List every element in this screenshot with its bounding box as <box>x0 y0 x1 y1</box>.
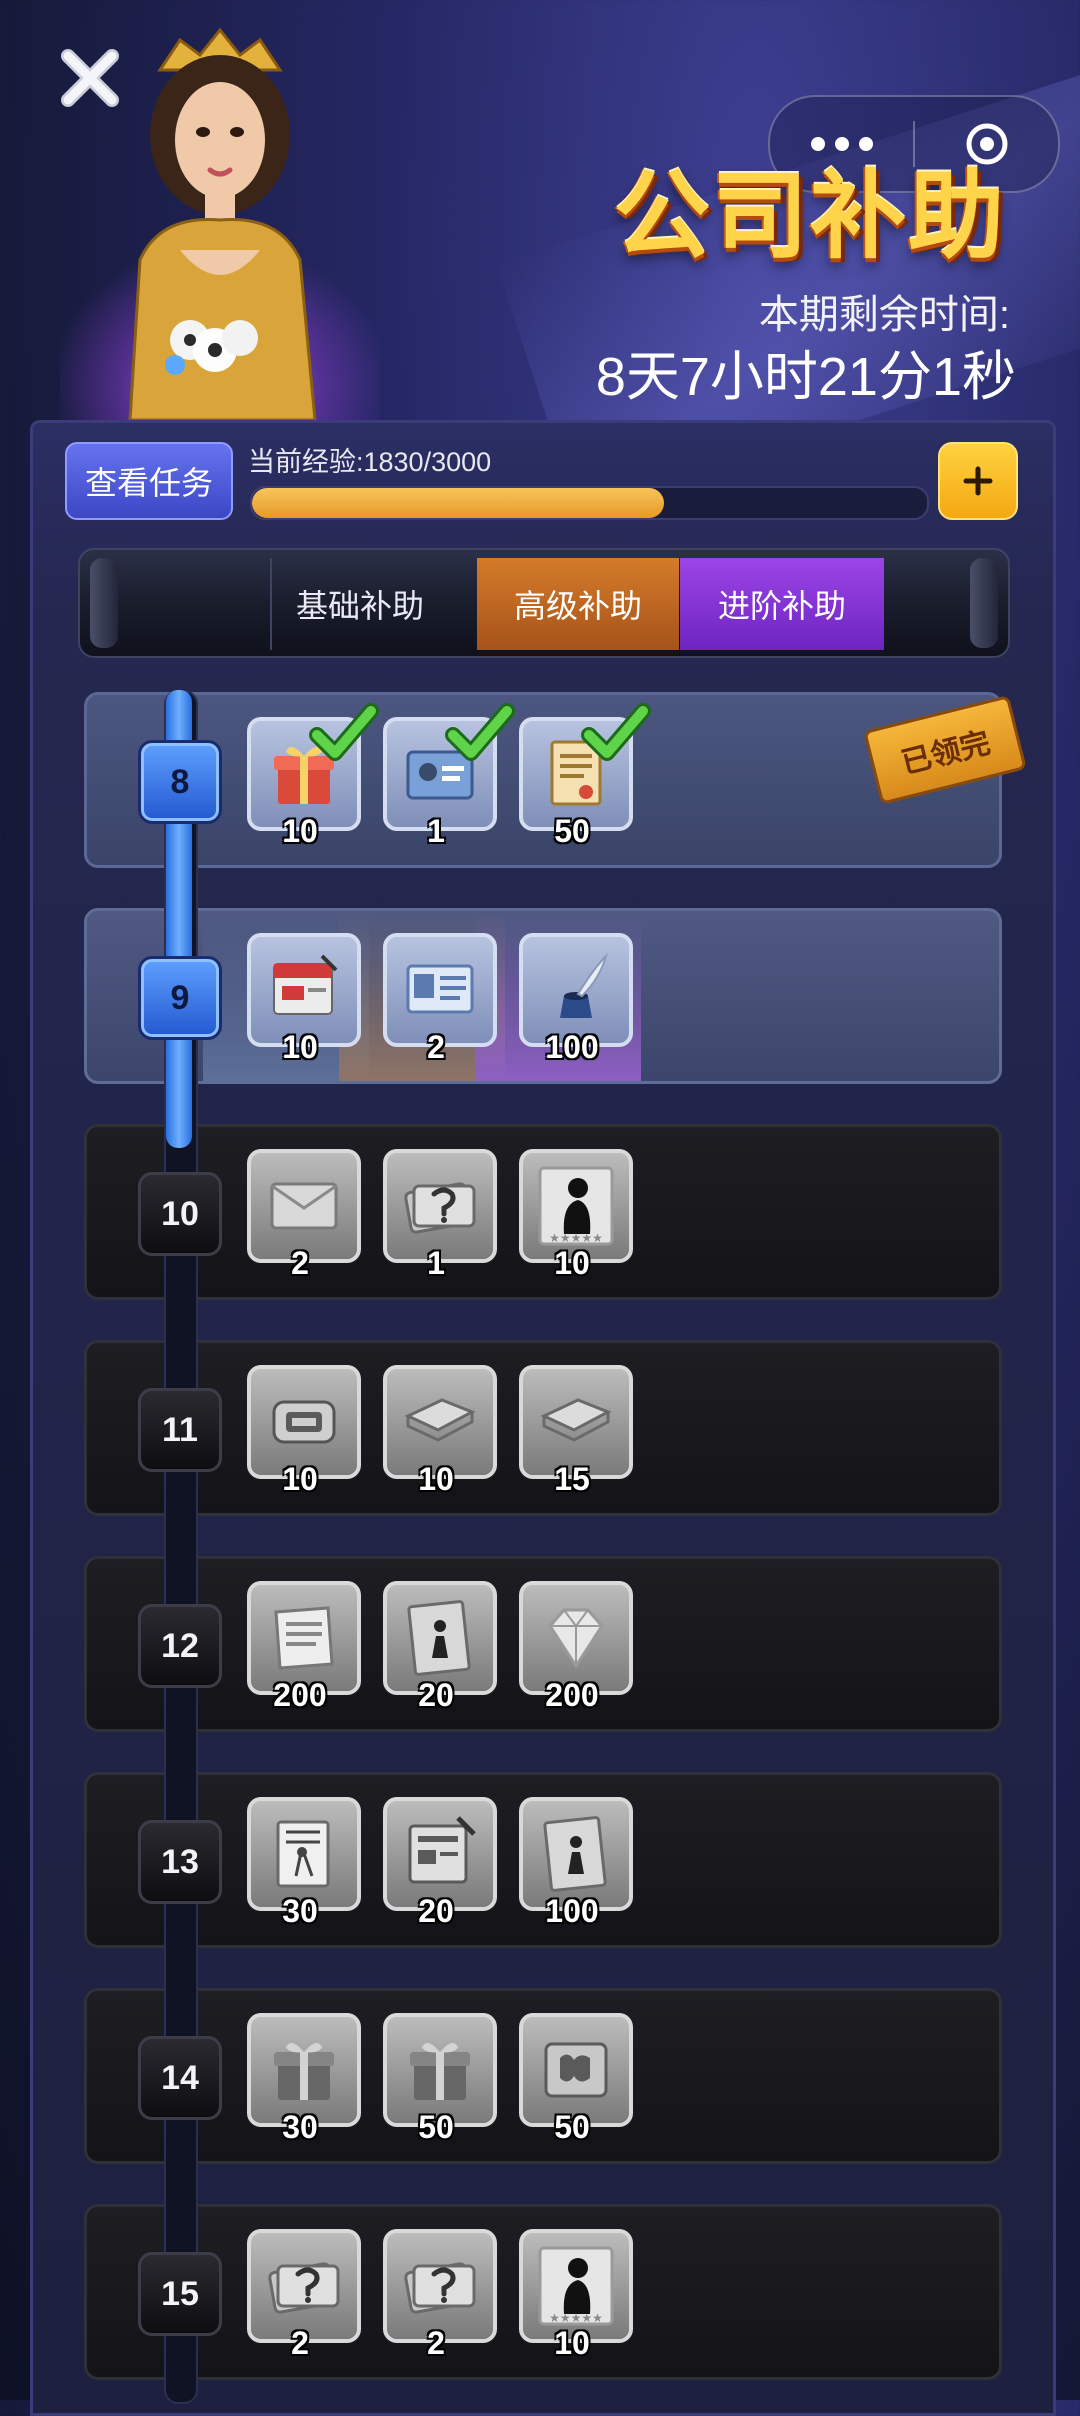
photo-frame-icon <box>543 1816 607 1892</box>
reward-quantity: 10 <box>554 2325 590 2361</box>
level-badge: 10 <box>138 1172 222 1256</box>
gift-box-icon <box>410 2042 470 2100</box>
book-icon <box>404 1398 476 1442</box>
diamond-icon <box>548 1608 604 1669</box>
ink-quill-icon <box>560 952 608 1018</box>
level-badge: 12 <box>138 1604 222 1688</box>
mystery-card-icon <box>268 2262 340 2314</box>
tab-pro-subsidy[interactable]: 进阶补助 <box>680 558 884 650</box>
checkmark-icon <box>445 703 515 761</box>
level-badge: 15 <box>138 2252 222 2336</box>
svg-text:★★★★★: ★★★★★ <box>549 1231 603 1245</box>
experience-label: 当前经验:1830/3000 <box>248 447 492 477</box>
level-badge: 11 <box>138 1388 222 1472</box>
view-tasks-button[interactable]: 查看任务 <box>65 442 233 520</box>
experience-bar <box>250 486 929 520</box>
level-badge: 13 <box>138 1820 222 1904</box>
secretary-portrait <box>128 27 317 420</box>
resume-card-icon <box>406 964 474 1014</box>
reward-quantity: 100 <box>545 1029 599 1065</box>
puzzle-box-icon <box>544 2042 608 2098</box>
level-badge: 9 <box>138 956 222 1040</box>
experience-bar-fill <box>252 488 664 518</box>
reward-quantity: 200 <box>545 1677 599 1713</box>
plus-icon <box>963 466 993 496</box>
red-document-icon <box>273 954 338 1015</box>
checkmark-icon <box>581 703 651 761</box>
tab-basic-subsidy[interactable]: 基础补助 <box>270 558 450 650</box>
checkmark-icon <box>309 703 379 761</box>
reward-quantity: 15 <box>554 1461 590 1497</box>
photo-frame-icon <box>407 1600 471 1676</box>
tier-tab-bar: 基础补助 高级补助 进阶补助 <box>78 548 1010 658</box>
timer-value: 8天7小时21分1秒 <box>595 347 1016 407</box>
svg-text:★★★★★: ★★★★★ <box>549 2311 603 2325</box>
clipboard-pen-icon <box>408 1816 476 1884</box>
page-title: 公司补助 <box>614 160 1006 272</box>
tab-bar-right-cap <box>970 558 998 648</box>
gift-box-icon <box>274 2042 334 2100</box>
tab-advanced-subsidy[interactable]: 高级补助 <box>477 558 679 650</box>
envelope-card-icon <box>270 1182 338 1230</box>
level-badge: 8 <box>138 740 222 824</box>
badge-tag-icon <box>272 1400 336 1444</box>
tab-bar-left-cap <box>90 558 118 648</box>
add-experience-button[interactable] <box>938 442 1018 520</box>
reward-quantity: 10 <box>554 1245 590 1281</box>
mystery-card-icon <box>404 2262 476 2314</box>
paper-sheet-icon <box>274 1606 334 1670</box>
reward-quantity: 100 <box>545 1893 599 1929</box>
reward-quantity: 50 <box>554 2109 590 2145</box>
character-silhouette-icon: ★★★★★ <box>538 1166 614 1246</box>
reward-quantity: 50 <box>554 813 590 849</box>
level-badge: 14 <box>138 2036 222 2120</box>
blueprint-icon <box>276 1820 330 1888</box>
mystery-card-icon <box>404 1182 476 1234</box>
book-icon <box>540 1398 612 1442</box>
character-silhouette-icon: ★★★★★ <box>538 2246 614 2326</box>
